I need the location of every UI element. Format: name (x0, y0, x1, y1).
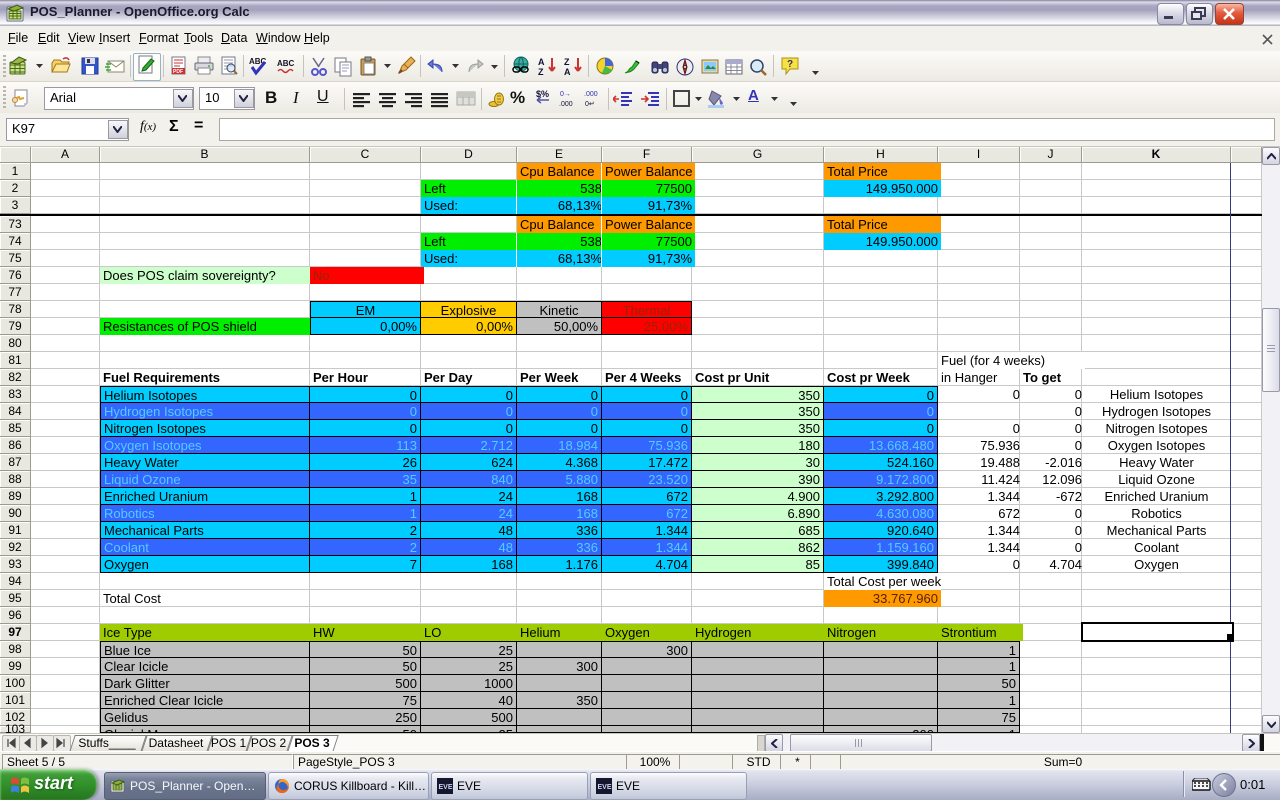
svg-text:$%: $% (536, 89, 549, 99)
svg-text:.000: .000 (584, 91, 598, 98)
svg-text:0↵: 0↵ (585, 101, 595, 108)
svg-text:PDF: PDF (173, 69, 183, 75)
svg-text:ABC: ABC (277, 59, 295, 68)
svg-text:EVE: EVE (598, 784, 612, 791)
svg-text:.000: .000 (559, 101, 573, 108)
svg-text:0→: 0→ (560, 91, 571, 98)
svg-text:?: ? (787, 59, 793, 70)
svg-text:A: A (538, 57, 545, 67)
svg-text:EVE: EVE (439, 784, 453, 791)
svg-text:Z: Z (538, 67, 544, 77)
svg-text:Z: Z (564, 57, 570, 67)
svg-text:A: A (564, 67, 571, 77)
